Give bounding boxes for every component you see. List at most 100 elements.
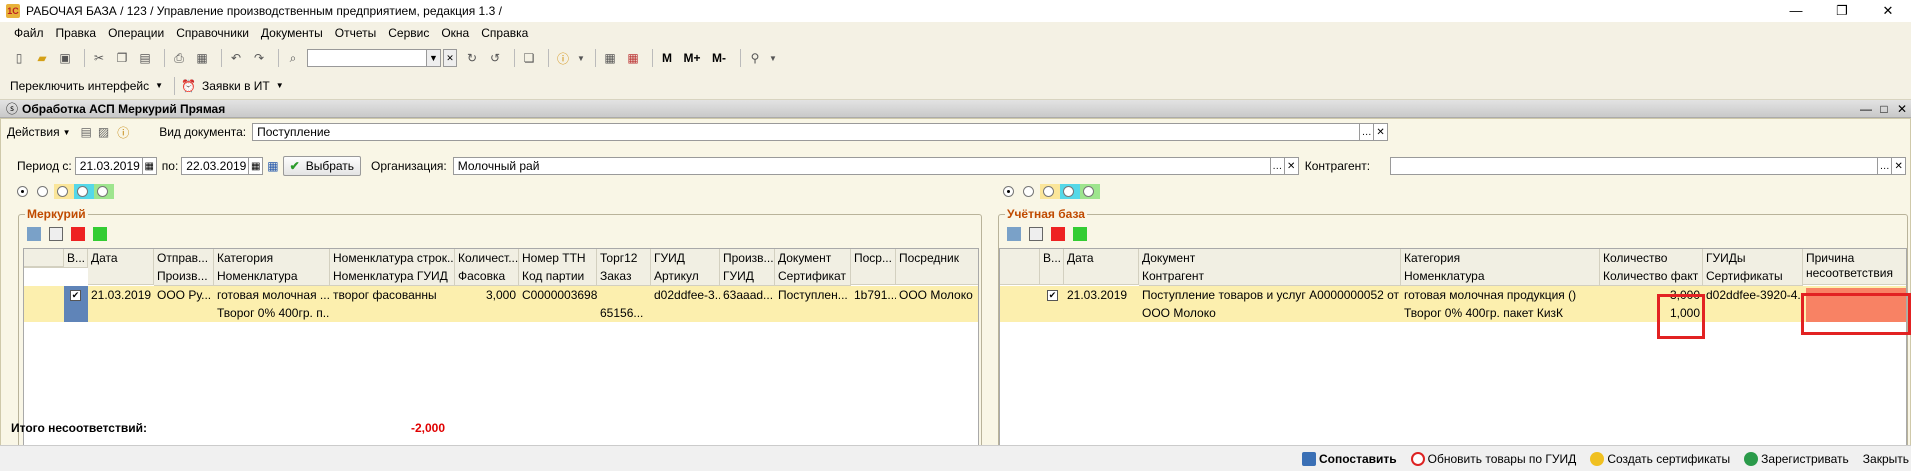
col-ttn-number[interactable]: Номер ТТН bbox=[519, 249, 597, 268]
row-checkbox[interactable]: ✔ bbox=[70, 290, 81, 302]
col-guid[interactable]: ГУИД bbox=[651, 249, 720, 268]
switch-interface-dropdown-icon[interactable]: ▼ bbox=[155, 81, 163, 90]
col-packing[interactable]: Фасовка bbox=[455, 267, 519, 286]
col-guids[interactable]: ГУИДы bbox=[1703, 249, 1803, 268]
contractor-clear-icon[interactable]: ✕ bbox=[1892, 157, 1907, 175]
doc-type-field[interactable]: Поступление bbox=[252, 123, 1361, 141]
menu-windows[interactable]: Окна bbox=[441, 26, 469, 40]
col-checked[interactable]: В... bbox=[1040, 249, 1064, 285]
period-from-calendar-icon[interactable]: ▦ bbox=[142, 157, 157, 175]
actions-menu[interactable]: Действия bbox=[7, 125, 60, 139]
copy-icon[interactable]: ❐ bbox=[113, 49, 131, 67]
org-select-icon[interactable]: … bbox=[1270, 157, 1285, 175]
delete-icon[interactable] bbox=[71, 227, 85, 241]
period-settings-icon[interactable]: ▦ bbox=[267, 159, 278, 173]
col-nomenclature-guid[interactable]: Номенклатура ГУИД bbox=[330, 267, 455, 286]
radio-cyan-swatch[interactable] bbox=[74, 184, 94, 199]
actions-dropdown-icon[interactable]: ▼ bbox=[63, 128, 71, 137]
find-next-icon[interactable]: ↻ bbox=[463, 49, 481, 67]
refresh-icon[interactable] bbox=[27, 227, 41, 241]
search-input[interactable] bbox=[307, 49, 427, 67]
col-category[interactable]: Категория bbox=[1401, 249, 1600, 268]
radio-green-swatch[interactable] bbox=[94, 184, 114, 199]
it-tickets-button[interactable]: Заявки в ИТ bbox=[202, 79, 270, 93]
col-torg12[interactable]: Торг12 bbox=[597, 249, 651, 268]
copy-rows-icon[interactable] bbox=[49, 227, 63, 241]
tools-dropdown-icon[interactable]: ▼ bbox=[769, 49, 777, 67]
col-quantity[interactable]: Количест... bbox=[455, 249, 519, 268]
col-checked[interactable]: В... bbox=[64, 249, 88, 268]
col-document[interactable]: Документ bbox=[1139, 249, 1401, 268]
contractor-field[interactable] bbox=[1390, 157, 1879, 175]
menu-edit[interactable]: Правка bbox=[56, 26, 97, 40]
col-date[interactable]: Дата bbox=[88, 249, 154, 285]
info-icon[interactable]: ⓘ bbox=[554, 49, 572, 67]
col-quantity-fact[interactable]: Количество факт bbox=[1600, 267, 1703, 286]
menu-operations[interactable]: Операции bbox=[108, 26, 164, 40]
print-icon[interactable]: ⎙ bbox=[170, 49, 188, 67]
radio-green-swatch-right[interactable] bbox=[1080, 184, 1100, 199]
menu-service[interactable]: Сервис bbox=[388, 26, 429, 40]
calculator-icon[interactable]: ▦ bbox=[601, 49, 619, 67]
delete-icon[interactable] bbox=[1051, 227, 1065, 241]
col-category[interactable]: Категория bbox=[214, 249, 330, 268]
report-icon[interactable]: ▨ bbox=[98, 125, 109, 139]
col-certificates[interactable]: Сертификаты bbox=[1703, 267, 1803, 286]
save-icon[interactable]: ▣ bbox=[56, 49, 74, 67]
menu-file[interactable]: Файл bbox=[14, 26, 44, 40]
form-maximize-icon[interactable]: □ bbox=[1875, 102, 1893, 116]
menu-documents[interactable]: Документы bbox=[261, 26, 323, 40]
period-from-field[interactable]: 21.03.2019 bbox=[74, 157, 143, 175]
radio-yellow-swatch-right[interactable] bbox=[1040, 184, 1060, 199]
col-certificate[interactable]: Сертификат bbox=[775, 267, 851, 286]
refresh-icon[interactable] bbox=[1007, 227, 1021, 241]
find-prev-icon[interactable]: ↺ bbox=[486, 49, 504, 67]
help-icon[interactable]: ⓘ bbox=[117, 124, 129, 141]
create-certificates-button[interactable]: Создать сертификаты bbox=[1590, 451, 1730, 466]
search-clear-icon[interactable]: ✕ bbox=[443, 49, 457, 67]
col-producer[interactable]: Произв... bbox=[720, 249, 775, 268]
contractor-select-icon[interactable]: … bbox=[1878, 157, 1893, 175]
col-nomenclature-line[interactable]: Номенклатура строк... bbox=[330, 249, 455, 268]
copy-rows-icon[interactable] bbox=[1029, 227, 1043, 241]
col-quantity[interactable]: Количество bbox=[1600, 249, 1703, 268]
cut-icon[interactable]: ✂ bbox=[90, 49, 108, 67]
col-nomenclature[interactable]: Номенклатура bbox=[214, 267, 330, 286]
search-icon[interactable]: ⌕ bbox=[284, 49, 302, 67]
search-dropdown-icon[interactable]: ▼ bbox=[427, 49, 441, 67]
org-clear-icon[interactable]: ✕ bbox=[1284, 157, 1299, 175]
menu-reports[interactable]: Отчеты bbox=[335, 26, 376, 40]
radio-cyan-swatch-right[interactable] bbox=[1060, 184, 1080, 199]
org-field[interactable]: Молочный рай bbox=[452, 157, 1271, 175]
add-icon[interactable] bbox=[93, 227, 107, 241]
register-button[interactable]: Зарегистривать bbox=[1744, 451, 1849, 466]
form-minimize-icon[interactable]: — bbox=[1857, 102, 1875, 116]
add-icon[interactable] bbox=[1073, 227, 1087, 241]
menu-catalogs[interactable]: Справочники bbox=[176, 26, 249, 40]
col-contractor[interactable]: Контрагент bbox=[1139, 267, 1401, 286]
doc-type-clear-icon[interactable]: ✕ bbox=[1374, 123, 1389, 141]
close-form-button[interactable]: Закрыть bbox=[1863, 452, 1909, 466]
update-by-guid-button[interactable]: Обновить товары по ГУИД bbox=[1410, 451, 1576, 466]
period-to-field[interactable]: 22.03.2019 bbox=[181, 157, 250, 175]
minimize-icon[interactable]: — bbox=[1773, 3, 1819, 19]
menu-help[interactable]: Справка bbox=[481, 26, 528, 40]
tools-icon[interactable]: ⚲ bbox=[746, 49, 764, 67]
undo-icon[interactable]: ↶ bbox=[227, 49, 245, 67]
calendar-icon[interactable]: ▦ bbox=[624, 49, 642, 67]
paste-icon[interactable]: ▤ bbox=[136, 49, 154, 67]
preview-icon[interactable]: ▦ bbox=[193, 49, 211, 67]
radio-yellow-swatch[interactable] bbox=[54, 184, 74, 199]
form-close-icon[interactable]: ✕ bbox=[1893, 102, 1911, 116]
col-sender[interactable]: Отправ... bbox=[154, 249, 214, 268]
close-icon[interactable]: ✕ bbox=[1865, 3, 1911, 19]
col-guid-2[interactable]: ГУИД bbox=[720, 267, 775, 286]
radio-all-right[interactable] bbox=[1003, 186, 1014, 197]
col-document[interactable]: Документ bbox=[775, 249, 851, 268]
col-intermediary[interactable]: Посредник bbox=[896, 249, 978, 285]
col-date[interactable]: Дата bbox=[1064, 249, 1139, 285]
doc-type-select-icon[interactable]: … bbox=[1360, 123, 1375, 141]
period-to-calendar-icon[interactable]: ▦ bbox=[249, 157, 264, 175]
match-button[interactable]: Сопоставить bbox=[1302, 451, 1397, 466]
list-icon[interactable]: ▤ bbox=[81, 125, 92, 139]
